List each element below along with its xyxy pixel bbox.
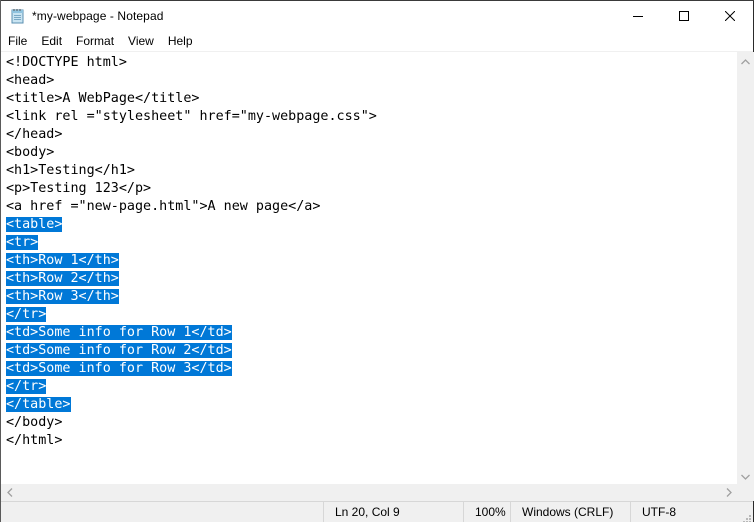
status-zoom: 100%: [463, 502, 510, 522]
selected-text: </table>: [6, 397, 71, 412]
editor-line[interactable]: </tr>: [6, 306, 47, 324]
chevron-down-icon: [741, 467, 750, 485]
line-text: <title>A WebPage</title>: [6, 91, 200, 106]
scroll-right-button[interactable]: [720, 484, 737, 501]
scroll-left-button[interactable]: [1, 484, 18, 501]
maximize-icon: [679, 11, 689, 21]
vertical-scrollbar[interactable]: [737, 52, 754, 484]
line-text: </body>: [6, 415, 63, 430]
editor-line[interactable]: <head>: [6, 72, 54, 90]
maximize-button[interactable]: [661, 1, 707, 31]
chevron-left-icon: [6, 484, 13, 502]
line-text: <p>Testing 123</p>: [6, 181, 152, 196]
chevron-right-icon: [726, 484, 732, 502]
resize-grip-icon[interactable]: [741, 510, 751, 522]
menu-bar: File Edit Format View Help: [1, 31, 753, 51]
menu-format[interactable]: Format: [69, 31, 121, 51]
menu-help[interactable]: Help: [161, 31, 200, 51]
editor-line[interactable]: <th>Row 1</th>: [6, 252, 119, 270]
selected-text: </tr>: [6, 307, 47, 322]
selected-text: <th>Row 2</th>: [6, 271, 119, 286]
editor-line[interactable]: </html>: [6, 432, 62, 450]
editor-line[interactable]: <th>Row 3</th>: [6, 288, 119, 306]
selected-text: <td>Some info for Row 2</td>: [6, 343, 232, 358]
editor-line[interactable]: </tr>: [6, 378, 47, 396]
close-button[interactable]: [707, 1, 753, 31]
line-text: </html>: [6, 433, 63, 448]
menu-file[interactable]: File: [1, 31, 34, 51]
selected-text: <tr>: [6, 235, 39, 250]
notepad-window: *my-webpage - Notepad File Edit Format V…: [0, 0, 754, 522]
line-text: <a href ="new-page.html">A new page</a>: [6, 199, 321, 214]
selected-text: <td>Some info for Row 1</td>: [6, 325, 232, 340]
editor-line[interactable]: <th>Row 2</th>: [6, 270, 119, 288]
editor-line[interactable]: <link rel ="stylesheet" href="my-webpage…: [6, 108, 377, 126]
selected-text: <th>Row 1</th>: [6, 253, 119, 268]
line-text: <h1>Testing</h1>: [6, 163, 135, 178]
editor-line[interactable]: <title>A WebPage</title>: [6, 90, 199, 108]
line-text: <head>: [6, 73, 55, 88]
editor-line[interactable]: <td>Some info for Row 1</td>: [6, 324, 232, 342]
selected-text: </tr>: [6, 379, 47, 394]
scrollbar-corner: [737, 484, 754, 501]
editor-line[interactable]: </body>: [6, 414, 62, 432]
selected-text: <th>Row 3</th>: [6, 289, 119, 304]
status-bar: Ln 20, Col 9 100% Windows (CRLF) UTF-8: [1, 501, 753, 522]
editor-line[interactable]: <!DOCTYPE html>: [6, 54, 127, 72]
window-title: *my-webpage - Notepad: [32, 9, 164, 23]
editor-line[interactable]: <td>Some info for Row 3</td>: [6, 360, 232, 378]
line-text: </head>: [6, 127, 63, 142]
editor-line[interactable]: <tr>: [6, 234, 39, 252]
title-bar[interactable]: *my-webpage - Notepad: [1, 1, 753, 31]
selected-text: <td>Some info for Row 3</td>: [6, 361, 232, 376]
close-icon: [725, 11, 735, 21]
selected-text: <table>: [6, 217, 63, 232]
line-text: <body>: [6, 145, 55, 160]
minimize-button[interactable]: [615, 1, 661, 31]
status-encoding: UTF-8: [630, 502, 753, 522]
notepad-icon: [10, 8, 26, 24]
text-editor[interactable]: <!DOCTYPE html> <head> <title>A WebPage</t…: [1, 53, 736, 487]
status-cursor-position: Ln 20, Col 9: [323, 502, 463, 522]
scroll-up-button[interactable]: [737, 52, 754, 69]
line-text: <link rel ="stylesheet" href="my-webpage…: [6, 109, 377, 124]
editor-line[interactable]: </table>: [6, 396, 71, 414]
scroll-down-button[interactable]: [737, 467, 754, 484]
editor-line[interactable]: <td>Some info for Row 2</td>: [6, 342, 232, 360]
editor-line[interactable]: <p>Testing 123</p>: [6, 180, 151, 198]
horizontal-scrollbar[interactable]: [1, 484, 737, 501]
editor-line[interactable]: <body>: [6, 144, 54, 162]
editor-line[interactable]: <table>: [6, 216, 63, 234]
window-controls: [615, 1, 753, 31]
minimize-icon: [633, 11, 643, 21]
editor-line[interactable]: <a href ="new-page.html">A new page</a>: [6, 198, 320, 216]
editor-line[interactable]: <h1>Testing</h1>: [6, 162, 135, 180]
chevron-up-icon: [741, 52, 750, 70]
line-text: <!DOCTYPE html>: [6, 55, 127, 70]
editor-line[interactable]: </head>: [6, 126, 62, 144]
menu-view[interactable]: View: [121, 31, 161, 51]
menu-edit[interactable]: Edit: [34, 31, 69, 51]
status-line-ending: Windows (CRLF): [510, 502, 630, 522]
editor-frame: <!DOCTYPE html> <head> <title>A WebPage</t…: [1, 51, 753, 487]
